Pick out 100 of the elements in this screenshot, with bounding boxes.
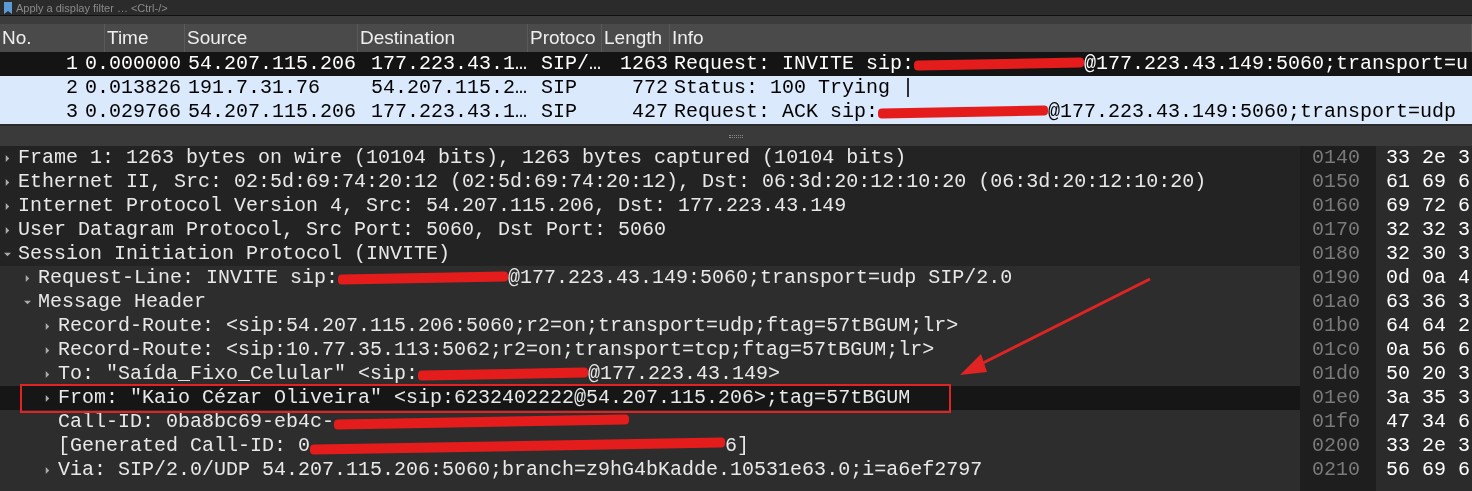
hex-bytes: 3a 35 3: [1386, 386, 1471, 410]
collapsed-arrow-icon[interactable]: [44, 322, 51, 330]
hex-bytes: 33 2e 3: [1386, 146, 1471, 170]
hex-offset: 01a0: [1312, 290, 1361, 314]
field-text: Session Initiation Protocol (INVITE): [18, 241, 451, 267]
splitter-handle[interactable]: [729, 134, 743, 138]
expanded-arrow-icon[interactable]: [4, 250, 11, 258]
expanded-arrow-icon[interactable]: [24, 298, 31, 306]
collapsed-arrow-icon[interactable]: [44, 346, 51, 354]
filter-field[interactable]: Apply a display filter … <Ctrl-/>: [16, 0, 1468, 15]
packet-cell-text: SIP/…: [540, 52, 602, 76]
tree-row[interactable]: Message Header: [0, 290, 1300, 314]
field-text: Frame 1: 1263 bytes on wire (10104 bits), 1263 bytes captured (10104 bits): [18, 145, 907, 171]
collapsed-arrow-icon[interactable]: [44, 466, 51, 474]
field-text: User Datagram Protocol, Src Port: 5060, Dst Port: 5060: [18, 217, 667, 243]
tree-row[interactable]: Request-Line: INVITE sip: @177.223.43.149:5060;transport=udp SIP/2.0: [0, 266, 1300, 290]
tree-row[interactable]: Record-Route: <sip:10.77.35.113:5062;r2=on;transport=tcp;ftag=57tBGUM;lr>: [0, 338, 1300, 362]
hex-offset: 0190: [1312, 266, 1361, 290]
collapsed-arrow-icon[interactable]: [4, 178, 11, 186]
packet-cell-text: 2: [65, 76, 79, 100]
field-text: [Generated Call-ID: 0: [58, 433, 311, 459]
tree-row[interactable]: Session Initiation Protocol (INVITE): [0, 242, 1300, 266]
field-text: @177.223.43.149:5060;transport=udp: [1048, 100, 1457, 124]
field-text: @177.223.43.149>: [588, 361, 781, 387]
packet-cell-text: 177.223.43.1…: [370, 52, 529, 76]
tree-row[interactable]: Ethernet II, Src: 02:5d:69:74:20:12 (02:5d:69:74:20:12), Dst: 06:3d:20:12:10:20 (06:3d:20:12:10:20): [0, 170, 1300, 194]
packet-cell-text: SIP: [540, 100, 578, 124]
hex-bytes: 0a 56 6: [1386, 338, 1471, 362]
bookmark-icon[interactable]: [4, 1, 12, 14]
hex-offset: 01e0: [1312, 386, 1361, 410]
tree-row[interactable]: From: "Kaio Cézar Oliveira" <sip:6232402222@54.207.115.206>;tag=57tBGUM: [0, 386, 1300, 410]
packet-cell-text: 427: [631, 100, 669, 124]
packet-cell-text: 0.013826: [84, 76, 182, 100]
tree-row[interactable]: Call-ID: 0ba8bc69-eb4c-: [0, 410, 1300, 434]
collapsed-arrow-icon[interactable]: [4, 154, 11, 162]
field-text: To: "Saída_Fixo_Celular" <sip:: [58, 361, 419, 387]
collapsed-arrow-icon[interactable]: [44, 370, 51, 378]
hex-offset: 0150: [1312, 170, 1361, 194]
tree-row[interactable]: Frame 1: 1263 bytes on wire (10104 bits), 1263 bytes captured (10104 bits): [0, 146, 1300, 170]
packet-cell-text: 177.223.43.1…: [370, 100, 529, 124]
hex-bytes: 47 34 6: [1386, 410, 1471, 434]
packet-cell-text: SIP: [540, 76, 578, 100]
field-text: @177.223.43.149:5060;transport=udp SIP/2.0: [508, 265, 1013, 291]
hex-offset: 0210: [1312, 458, 1361, 482]
hex-bytes: 61 69 6: [1386, 170, 1471, 194]
hex-offset: 0200: [1312, 434, 1361, 458]
field-text: Ethernet II, Src: 02:5d:69:74:20:12 (02:5d:69:74:20:12), Dst: 06:3d:20:12:10:20 (06:3d:20:12:10:20): [18, 169, 1207, 195]
packet-row[interactable]: 3 0.029766 54.207.115.206 177.223.43.1… SIP 427 Request: ACK sip: @177.223.43.149:5060;transport=udp: [0, 100, 1472, 124]
hex-bytes: 32 32 3: [1386, 218, 1471, 242]
hex-offset: 01d0: [1312, 362, 1361, 386]
collapsed-arrow-icon[interactable]: [4, 226, 11, 234]
field-text: @177.223.43.149:5060;transport=u: [1084, 52, 1469, 76]
field-text: 6]: [725, 433, 750, 459]
tree-row[interactable]: Internet Protocol Version 4, Src: 54.207.115.206, Dst: 177.223.43.149: [0, 194, 1300, 218]
tree-row[interactable]: Via: SIP/2.0/UDP 54.207.115.206:5060;branch=z9hG4bKadde.10531e63.0;i=a6ef2797: [0, 458, 1300, 482]
hex-offset: 0140: [1312, 146, 1361, 170]
packet-cell-text: 54.207.115.206: [187, 100, 358, 124]
tree-row[interactable]: [Generated Call-ID: 0 6]: [0, 434, 1300, 458]
tree-row[interactable]: To: "Saída_Fixo_Celular" <sip: @177.223.43.149>: [0, 362, 1300, 386]
packet-cell-text: 0.000000: [84, 52, 182, 76]
field-text: Request: ACK sip:: [674, 100, 879, 124]
packet-cell-text: 1: [65, 52, 79, 76]
collapsed-arrow-icon[interactable]: [24, 274, 31, 282]
hex-bytes: 56 69 6: [1386, 458, 1471, 482]
hex-offset: 0180: [1312, 242, 1361, 266]
packet-cell-text: 54.207.115.2…: [370, 76, 529, 100]
field-text: From: "Kaio Cézar Oliveira" <sip:6232402222@54.207.115.206>;tag=57tBGUM: [58, 385, 911, 411]
hex-bytes: 32 30 3: [1386, 242, 1471, 266]
field-text: Call-ID: 0ba8bc69-eb4c-: [58, 409, 335, 435]
collapsed-arrow-icon[interactable]: [44, 394, 51, 402]
packet-cell-text: 54.207.115.206: [187, 52, 358, 76]
field-text: Internet Protocol Version 4, Src: 54.207.115.206, Dst: 177.223.43.149: [18, 193, 847, 219]
field-text: Message Header: [38, 289, 207, 315]
hex-bytes: 50 20 3: [1386, 362, 1471, 386]
hex-offset: 01b0: [1312, 314, 1361, 338]
field-text: Request-Line: INVITE sip:: [38, 265, 339, 291]
packet-row[interactable]: 2 0.013826 191.7.31.76 54.207.115.2… SIP 772 Status: 100 Trying |: [0, 76, 1472, 100]
hex-offset: 0160: [1312, 194, 1361, 218]
field-text: Record-Route: <sip:10.77.35.113:5062;r2=on;transport=tcp;ftag=57tBGUM;lr>: [58, 337, 935, 363]
packet-cell-text: 191.7.31.76: [187, 76, 322, 100]
hex-offset: 0170: [1312, 218, 1361, 242]
hex-bytes: 69 72 6: [1386, 194, 1471, 218]
field-text: Request: INVITE sip:: [674, 52, 915, 76]
hex-bytes: 0d 0a 4: [1386, 266, 1471, 290]
hex-bytes: 33 2e 3: [1386, 434, 1471, 458]
field-text: Status: 100 Trying |: [674, 76, 915, 100]
packet-cell-text: 0.029766: [84, 100, 182, 124]
tree-row[interactable]: Record-Route: <sip:54.207.115.206:5060;r2=on;transport=udp;ftag=57tBGUM;lr>: [0, 314, 1300, 338]
packet-cell-text: 1263: [619, 52, 669, 76]
hex-bytes: 63 36 3: [1386, 290, 1471, 314]
field-text: Record-Route: <sip:54.207.115.206:5060;r2=on;transport=udp;ftag=57tBGUM;lr>: [58, 313, 959, 339]
hex-offset: 01c0: [1312, 338, 1361, 362]
tree-row[interactable]: User Datagram Protocol, Src Port: 5060, Dst Port: 5060: [0, 218, 1300, 242]
packet-cell-text: 3: [65, 100, 79, 124]
packet-row[interactable]: 1 0.000000 54.207.115.206 177.223.43.1… SIP/… 1263 Request: INVITE sip: @177.223.43.149:5060;transport=u: [0, 52, 1472, 76]
hex-bytes: 64 64 2: [1386, 314, 1471, 338]
hex-offset: 01f0: [1312, 410, 1361, 434]
field-text: Via: SIP/2.0/UDP 54.207.115.206:5060;branch=z9hG4bKadde.10531e63.0;i=a6ef2797: [58, 457, 983, 483]
packet-cell-text: 772: [631, 76, 669, 100]
collapsed-arrow-icon[interactable]: [4, 202, 11, 210]
